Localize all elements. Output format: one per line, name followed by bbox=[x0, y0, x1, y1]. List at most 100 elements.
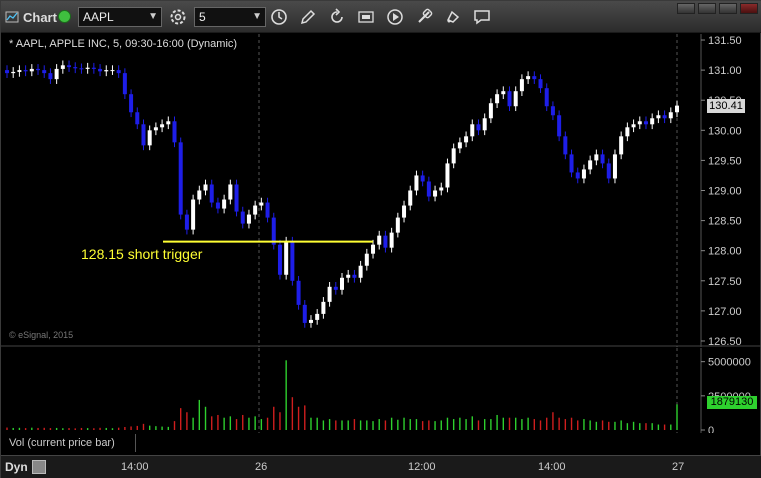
gif-button[interactable] bbox=[355, 6, 377, 28]
interval-value: 5 bbox=[199, 10, 206, 24]
candle-body bbox=[414, 175, 419, 191]
candle-body bbox=[147, 130, 152, 146]
candle-body bbox=[42, 70, 47, 74]
candle-body bbox=[346, 274, 351, 278]
candle-body bbox=[116, 70, 121, 74]
candle-body bbox=[79, 68, 84, 70]
play-button[interactable] bbox=[384, 6, 406, 28]
candle-body bbox=[129, 94, 134, 113]
candle-body bbox=[588, 160, 593, 170]
chart-icon bbox=[5, 11, 19, 23]
time-label: 12:00 bbox=[408, 461, 436, 473]
candle-body bbox=[141, 124, 146, 146]
candle-body bbox=[67, 65, 72, 68]
candle-body bbox=[526, 76, 531, 80]
candle-body bbox=[476, 124, 481, 131]
candle-body bbox=[60, 65, 65, 69]
symbol-dropdown[interactable]: AAPL ▼ bbox=[78, 7, 162, 27]
minimize-button[interactable] bbox=[677, 3, 695, 14]
close-button[interactable] bbox=[740, 3, 758, 14]
connection-status-icon bbox=[58, 10, 71, 23]
candle-body bbox=[538, 79, 543, 89]
candle-body bbox=[675, 105, 679, 113]
candle-body bbox=[643, 121, 648, 125]
candle-body bbox=[464, 136, 469, 143]
candle-body bbox=[457, 142, 462, 149]
volume-chart[interactable]: 500000025000000 bbox=[1, 348, 761, 437]
volume-tick-label: 5000000 bbox=[708, 357, 751, 369]
price-tick-label: 127.50 bbox=[708, 276, 742, 288]
candle-body bbox=[625, 127, 630, 137]
candle-body bbox=[17, 70, 22, 72]
interval-dropdown[interactable]: 5 ▼ bbox=[194, 7, 266, 27]
trigger-annotation[interactable]: 128.15 short trigger bbox=[81, 246, 202, 262]
lock-icon[interactable] bbox=[32, 460, 46, 474]
draw-button[interactable] bbox=[297, 6, 319, 28]
time-button[interactable] bbox=[268, 6, 290, 28]
candle-body bbox=[420, 175, 425, 182]
price-tick-label: 130.00 bbox=[708, 125, 742, 137]
time-label: 14:00 bbox=[121, 461, 149, 473]
candle-body bbox=[433, 190, 438, 197]
link-button[interactable] bbox=[413, 6, 435, 28]
candle-body bbox=[550, 106, 555, 116]
candle-body bbox=[532, 76, 537, 80]
candle-body bbox=[631, 124, 636, 128]
candle-body bbox=[668, 112, 673, 119]
restore-button[interactable] bbox=[719, 3, 737, 14]
candle-body bbox=[333, 286, 338, 290]
settings-button[interactable] bbox=[167, 6, 189, 28]
candle-body bbox=[209, 184, 214, 203]
comment-button[interactable] bbox=[471, 6, 493, 28]
candle-body bbox=[246, 214, 251, 224]
candle-body bbox=[54, 68, 59, 80]
candle-body bbox=[371, 244, 376, 254]
volume-study-label[interactable]: Vol (current price bar) bbox=[5, 434, 136, 452]
candle-body bbox=[544, 88, 549, 107]
price-tick-label: 127.00 bbox=[708, 306, 742, 318]
price-tick-label: 126.50 bbox=[708, 336, 742, 347]
volume-tick-label: 0 bbox=[708, 425, 714, 433]
chevron-down-icon: ▼ bbox=[252, 11, 262, 22]
price-tick-label: 131.50 bbox=[708, 35, 742, 47]
candle-body bbox=[184, 214, 189, 230]
candle-body bbox=[575, 172, 580, 179]
candle-body bbox=[389, 232, 394, 248]
maximize-button[interactable] bbox=[698, 3, 716, 14]
candle-body bbox=[290, 241, 295, 281]
candle-body bbox=[519, 79, 524, 92]
price-chart[interactable]: 131.50131.00130.50130.00129.50129.00128.… bbox=[1, 34, 761, 348]
gear-icon bbox=[170, 9, 186, 25]
candle-body bbox=[234, 184, 239, 212]
bird-button[interactable] bbox=[442, 6, 464, 28]
copyright-text: © eSignal, 2015 bbox=[9, 330, 74, 340]
candle-body bbox=[662, 115, 667, 119]
candle-body bbox=[352, 274, 357, 278]
study-title: * AAPL, APPLE INC, 5, 09:30-16:00 (Dynam… bbox=[9, 38, 238, 50]
pencil-icon bbox=[300, 9, 316, 25]
volume-pane[interactable]: 500000025000000 1879130 bbox=[1, 348, 761, 437]
candle-body bbox=[23, 70, 28, 72]
candle-body bbox=[495, 94, 500, 104]
clock-icon bbox=[271, 9, 287, 25]
time-axis-bar: Dyn 14:00 26 12:00 14:00 27 bbox=[1, 455, 761, 478]
candle-body bbox=[85, 67, 90, 69]
candle-body bbox=[563, 136, 568, 155]
refresh-button[interactable] bbox=[326, 6, 348, 28]
candle-body bbox=[110, 70, 115, 72]
candle-body bbox=[284, 241, 289, 275]
candle-body bbox=[160, 124, 165, 128]
candle-body bbox=[327, 286, 332, 302]
symbol-value: AAPL bbox=[83, 10, 114, 24]
time-label: 14:00 bbox=[538, 461, 566, 473]
price-tick-label: 131.00 bbox=[708, 65, 742, 77]
candle-body bbox=[172, 121, 177, 143]
candle-body bbox=[215, 202, 220, 209]
candle-body bbox=[364, 253, 369, 266]
candle-body bbox=[581, 169, 586, 179]
candle-body bbox=[277, 244, 282, 275]
candle-body bbox=[594, 154, 599, 161]
candle-body bbox=[271, 217, 276, 245]
candle-body bbox=[408, 190, 413, 206]
price-pane[interactable]: 131.50131.00130.50130.00129.50129.00128.… bbox=[1, 34, 761, 348]
